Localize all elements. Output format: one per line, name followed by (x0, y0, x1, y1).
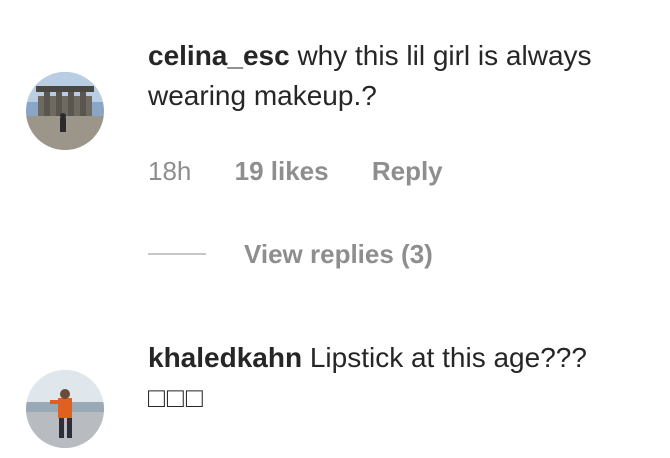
view-replies-label: View replies (3) (244, 238, 433, 269)
view-replies-button[interactable]: View replies (3) (148, 236, 433, 272)
avatar-image (26, 370, 104, 448)
reply-button[interactable]: Reply (372, 156, 443, 186)
comment-body: Lipstick at this age??? (309, 342, 587, 373)
username-link[interactable]: khaledkahn (148, 342, 302, 373)
likes-count[interactable]: 19 likes (235, 156, 329, 186)
comment-meta: 18h 19 likes Reply (148, 156, 479, 187)
username-link[interactable]: celina_esc (148, 40, 290, 71)
replies-divider (148, 253, 206, 255)
avatar[interactable] (26, 370, 104, 448)
avatar-image (26, 72, 104, 150)
comment-text: khaledkahn Lipstick at this age??? □□□ (148, 338, 658, 418)
avatar[interactable] (26, 72, 104, 150)
comment-text: celina_esc why this lil girl is always w… (148, 36, 658, 116)
emoji-placeholder: □□□ (148, 382, 205, 413)
comment-timestamp[interactable]: 18h (148, 156, 191, 186)
